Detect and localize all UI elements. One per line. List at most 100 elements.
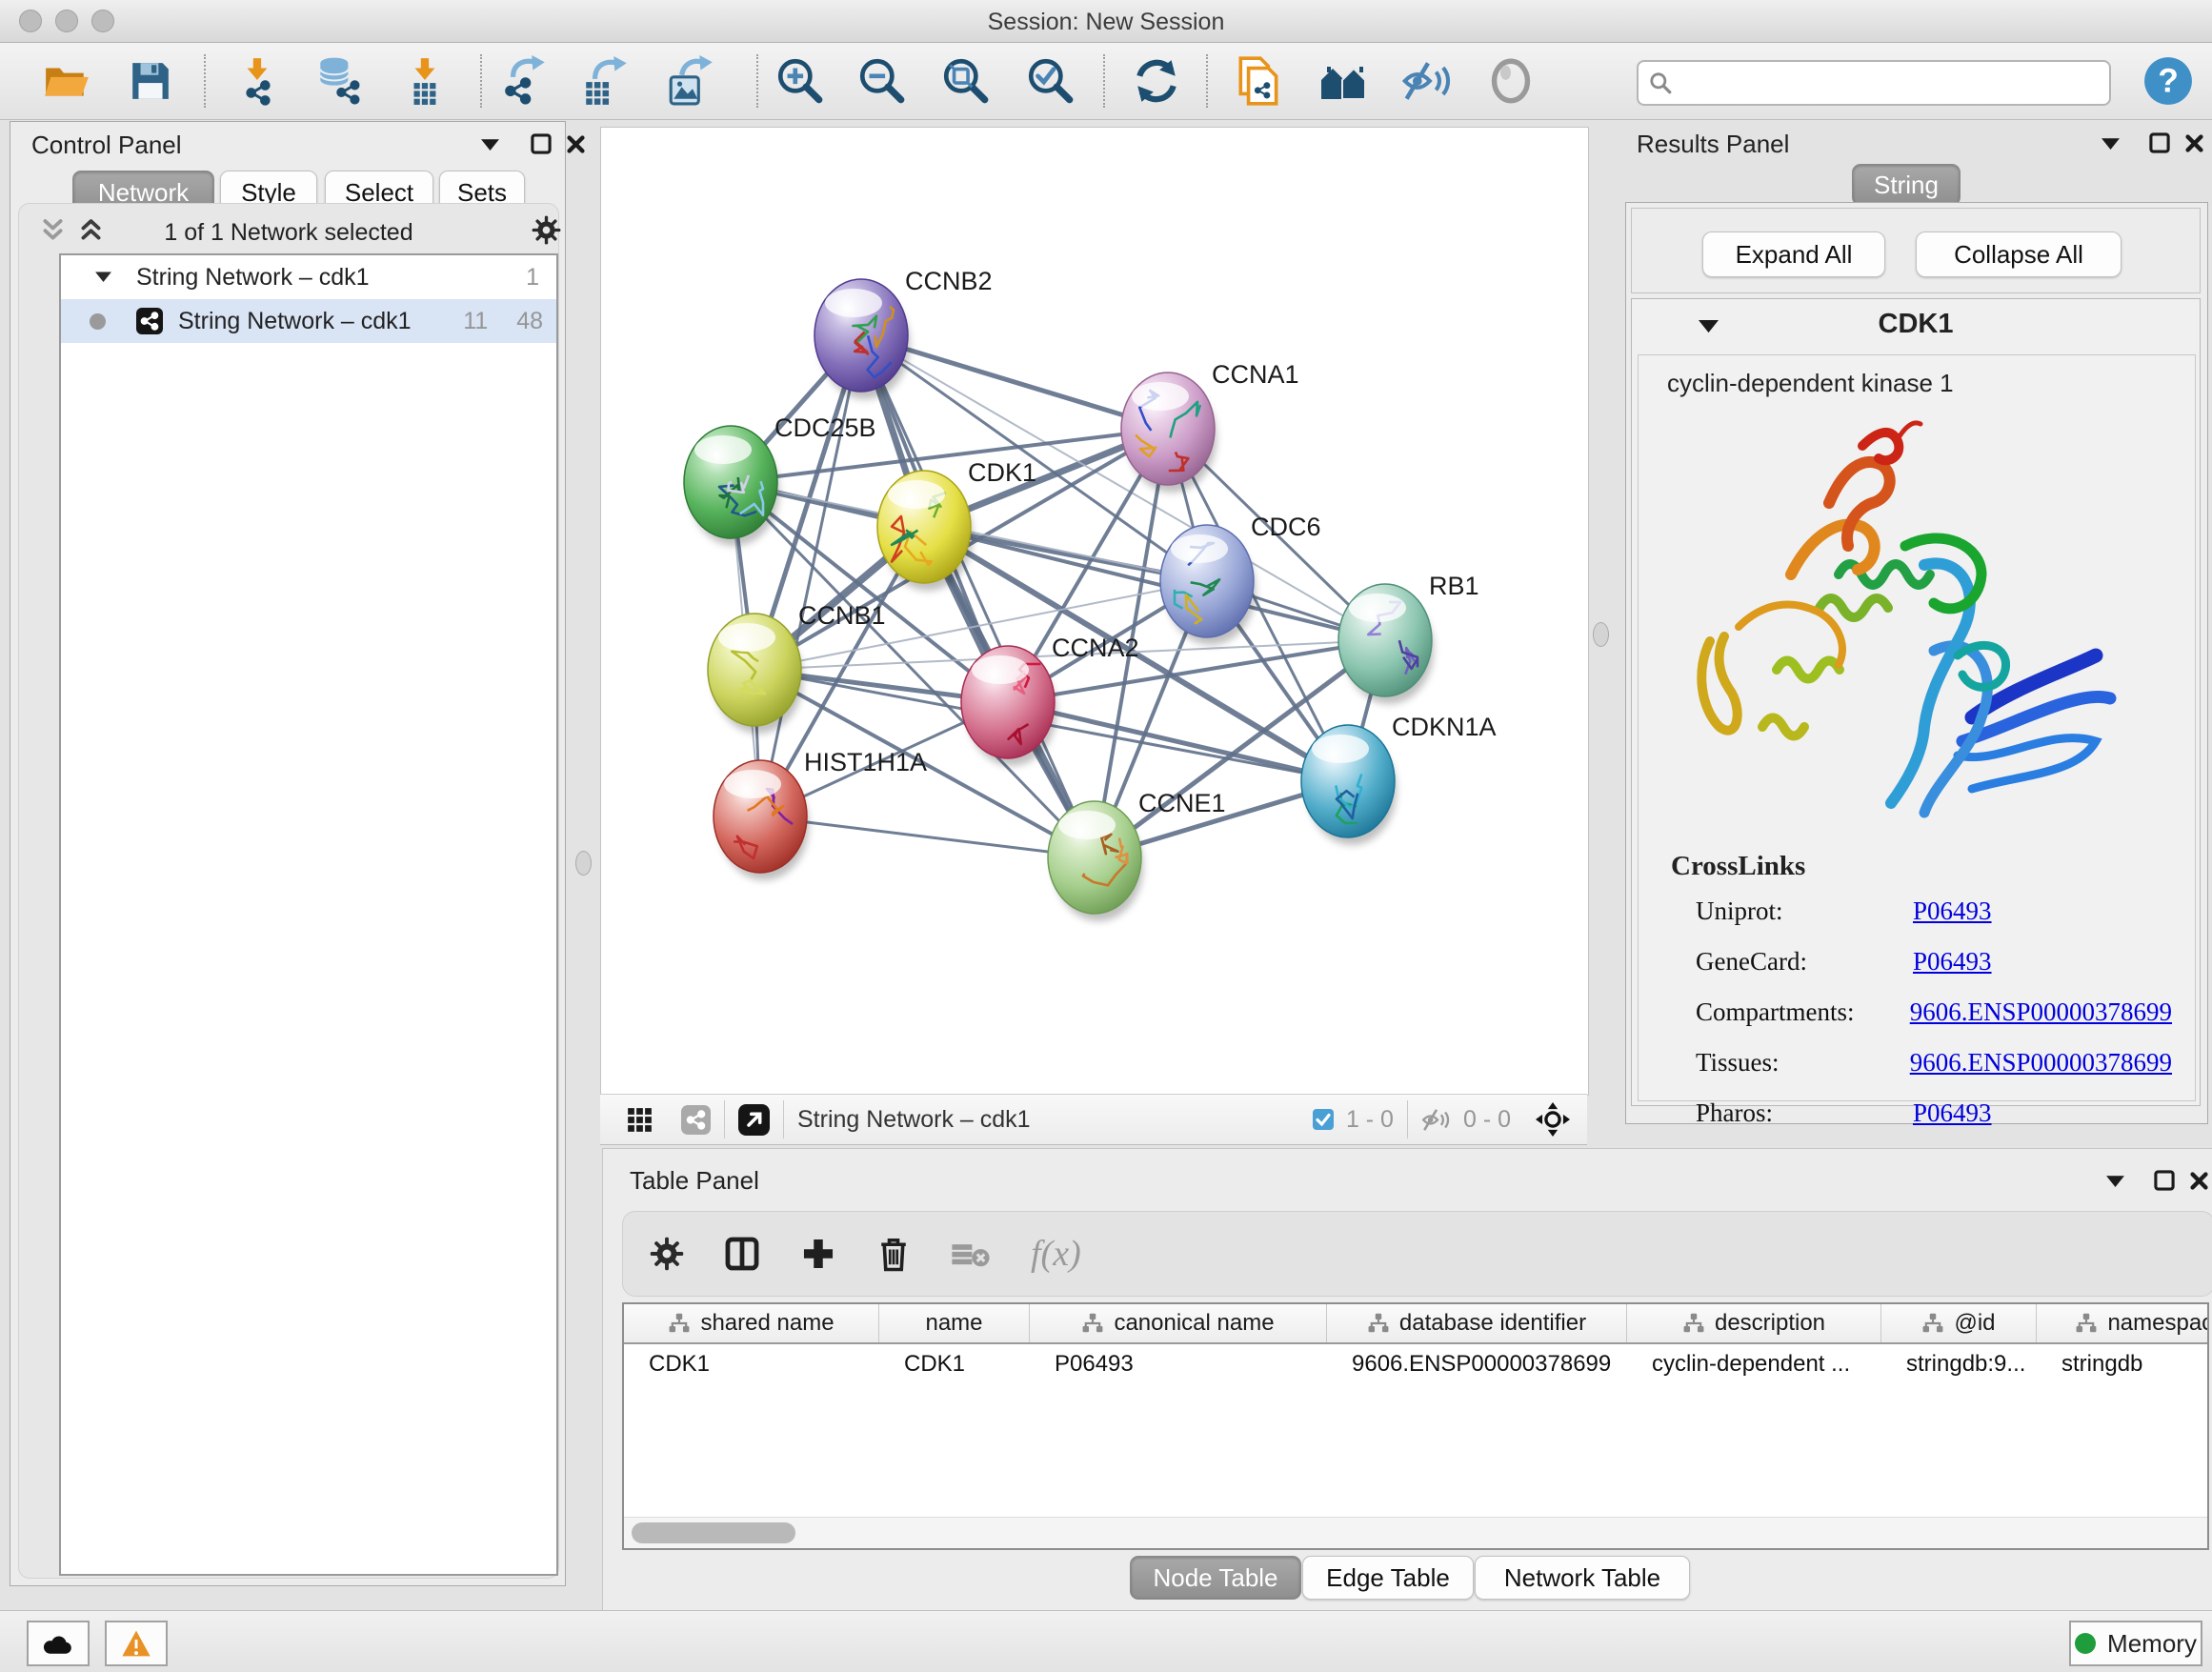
zoom-in-button[interactable] bbox=[774, 54, 827, 108]
right-splitter-handle[interactable] bbox=[1593, 622, 1609, 647]
network-edge-HIST1H1A-CCNE1[interactable] bbox=[760, 816, 1095, 857]
help-button[interactable]: ? bbox=[2142, 54, 2195, 108]
table-cell[interactable]: stringdb:9... bbox=[1881, 1344, 2037, 1384]
network-node-CDC25B[interactable]: CDC25B bbox=[684, 413, 876, 546]
import-network-button[interactable] bbox=[231, 54, 285, 108]
table-cell[interactable]: 9606.ENSP00000378699 bbox=[1327, 1344, 1627, 1384]
network-node-CCNE1[interactable]: CCNE1 bbox=[1048, 789, 1226, 921]
panel-float-icon[interactable] bbox=[2147, 131, 2172, 155]
column-header-namespace[interactable]: namespace bbox=[2037, 1304, 2209, 1342]
network-node-CCNB2[interactable]: CCNB2 bbox=[814, 267, 993, 399]
network-row[interactable]: String Network – cdk1 11 48 bbox=[61, 299, 556, 343]
delete-column-trash-icon[interactable] bbox=[876, 1235, 911, 1273]
network-edge-count: 48 bbox=[516, 308, 543, 335]
panel-menu-icon[interactable] bbox=[481, 139, 499, 151]
crosslink-link[interactable]: 9606.ENSP00000378699 bbox=[1910, 1048, 2172, 1078]
table-cell[interactable]: P06493 bbox=[1030, 1344, 1327, 1384]
crosslink-link[interactable]: P06493 bbox=[1913, 896, 1992, 926]
panel-close-icon[interactable] bbox=[2183, 132, 2205, 154]
table-cell[interactable]: CDK1 bbox=[624, 1344, 879, 1384]
zoom-selected-button[interactable] bbox=[1024, 54, 1077, 108]
network-node-RB1[interactable]: RB1 bbox=[1338, 572, 1479, 704]
clone-network-icon bbox=[1235, 54, 1284, 108]
table-cell[interactable]: cyclin-dependent ... bbox=[1627, 1344, 1881, 1384]
first-neighbors-button[interactable] bbox=[1317, 54, 1371, 108]
network-node-CCNB1[interactable]: CCNB1 bbox=[708, 601, 886, 734]
column-header-name[interactable]: name bbox=[879, 1304, 1030, 1342]
panel-menu-icon[interactable] bbox=[2106, 1176, 2124, 1188]
collapse-all-button[interactable]: Collapse All bbox=[1916, 232, 2122, 277]
cloud-status-button[interactable] bbox=[27, 1621, 90, 1666]
tab-node-table[interactable]: Node Table bbox=[1130, 1556, 1301, 1600]
add-column-icon[interactable] bbox=[800, 1236, 836, 1272]
grid-view-icon[interactable] bbox=[627, 1107, 653, 1133]
zoom-fit-button[interactable] bbox=[939, 54, 993, 108]
search-input[interactable] bbox=[1637, 60, 2111, 106]
toolbar-separator bbox=[756, 54, 758, 108]
panel-float-icon[interactable] bbox=[2152, 1168, 2177, 1193]
results-panel-title: Results Panel bbox=[1637, 130, 1789, 159]
memory-button[interactable]: Memory bbox=[2069, 1621, 2202, 1666]
column-header-@id[interactable]: @id bbox=[1881, 1304, 2037, 1342]
export-network-button[interactable] bbox=[498, 54, 552, 108]
panel-float-icon[interactable] bbox=[529, 131, 553, 156]
zoom-out-icon bbox=[856, 55, 908, 107]
table-horizontal-scrollbar[interactable] bbox=[624, 1517, 2207, 1548]
clone-network-button[interactable] bbox=[1233, 54, 1286, 108]
selected-checkbox-icon[interactable] bbox=[1312, 1108, 1335, 1131]
hide-selected-button[interactable] bbox=[1401, 54, 1455, 108]
table-cell[interactable]: CDK1 bbox=[879, 1344, 1030, 1384]
save-session-button[interactable] bbox=[124, 54, 177, 108]
birds-eye-crosshair-icon[interactable] bbox=[1536, 1102, 1570, 1137]
panel-close-icon[interactable] bbox=[2188, 1170, 2210, 1192]
table-settings-gear-icon[interactable] bbox=[650, 1237, 684, 1271]
left-splitter-handle[interactable] bbox=[575, 851, 592, 876]
column-header-database-identifier[interactable]: database identifier bbox=[1327, 1304, 1627, 1342]
network-node-CDK1[interactable]: CDK1 bbox=[877, 458, 1036, 591]
refresh-view-button[interactable] bbox=[1130, 54, 1183, 108]
column-header-shared-name[interactable]: shared name bbox=[624, 1304, 879, 1342]
detach-view-icon[interactable] bbox=[738, 1104, 770, 1136]
network-node-CCNA1[interactable]: CCNA1 bbox=[1121, 360, 1299, 493]
network-options-gear-icon[interactable] bbox=[532, 215, 561, 245]
network-node-HIST1H1A[interactable]: HIST1H1A bbox=[714, 748, 927, 880]
node-label-HIST1H1A: HIST1H1A bbox=[804, 748, 927, 776]
panel-close-icon[interactable] bbox=[565, 133, 587, 155]
panel-menu-icon[interactable] bbox=[2101, 138, 2120, 151]
table-cell[interactable]: stringdb bbox=[2037, 1344, 2209, 1384]
string-results-container: Expand All Collapse All CDK1 cyclin-depe… bbox=[1625, 202, 2208, 1124]
collection-expand-icon[interactable] bbox=[95, 272, 111, 283]
tab-network-table[interactable]: Network Table bbox=[1475, 1556, 1690, 1600]
crosslink-link[interactable]: 9606.ENSP00000378699 bbox=[1910, 997, 2172, 1027]
open-session-button[interactable] bbox=[40, 54, 93, 108]
table-header-row: shared namenamecanonical namedatabase id… bbox=[624, 1304, 2207, 1344]
export-table-button[interactable] bbox=[580, 54, 633, 108]
network-view-share-icon[interactable] bbox=[681, 1105, 711, 1135]
crosslink-row: Compartments:9606.ENSP00000378699 bbox=[1696, 997, 2172, 1027]
show-all-button[interactable] bbox=[1484, 54, 1538, 108]
import-table-button[interactable] bbox=[399, 54, 452, 108]
node-label-CCNB1: CCNB1 bbox=[798, 601, 886, 630]
expand-all-button[interactable]: Expand All bbox=[1702, 232, 1885, 277]
column-type-tree-icon bbox=[1367, 1312, 1390, 1335]
tab-string[interactable]: String bbox=[1852, 164, 1961, 206]
scrollbar-thumb[interactable] bbox=[632, 1522, 795, 1543]
import-database-button[interactable] bbox=[312, 54, 365, 108]
network-node-CDC6[interactable]: CDC6 bbox=[1160, 513, 1321, 645]
network-node-CDKN1A[interactable]: CDKN1A bbox=[1301, 713, 1497, 845]
column-header-canonical-name[interactable]: canonical name bbox=[1030, 1304, 1327, 1342]
network-edge-CCNB2-CCNE1[interactable] bbox=[861, 335, 1095, 857]
network-edge-CCNA2-CDKN1A[interactable] bbox=[1008, 702, 1348, 781]
network-graph[interactable]: CCNB2CCNA1CDC25BCDK1CDC6RB1CCNB1CCNA2CDK… bbox=[601, 128, 1588, 1095]
column-header-description[interactable]: description bbox=[1627, 1304, 1881, 1342]
warnings-button[interactable] bbox=[105, 1621, 168, 1666]
network-collection-row[interactable]: String Network – cdk1 1 bbox=[61, 255, 556, 299]
export-image-button[interactable] bbox=[665, 54, 718, 108]
table-row[interactable]: CDK1CDK1P064939606.ENSP00000378699cyclin… bbox=[624, 1344, 2207, 1384]
tab-edge-table[interactable]: Edge Table bbox=[1302, 1556, 1474, 1600]
crosslink-link[interactable]: P06493 bbox=[1913, 1098, 1992, 1128]
show-columns-icon[interactable] bbox=[724, 1236, 760, 1272]
zoom-out-button[interactable] bbox=[855, 54, 909, 108]
network-canvas[interactable]: CCNB2CCNA1CDC25BCDK1CDC6RB1CCNB1CCNA2CDK… bbox=[600, 127, 1589, 1096]
crosslink-link[interactable]: P06493 bbox=[1913, 947, 1992, 977]
